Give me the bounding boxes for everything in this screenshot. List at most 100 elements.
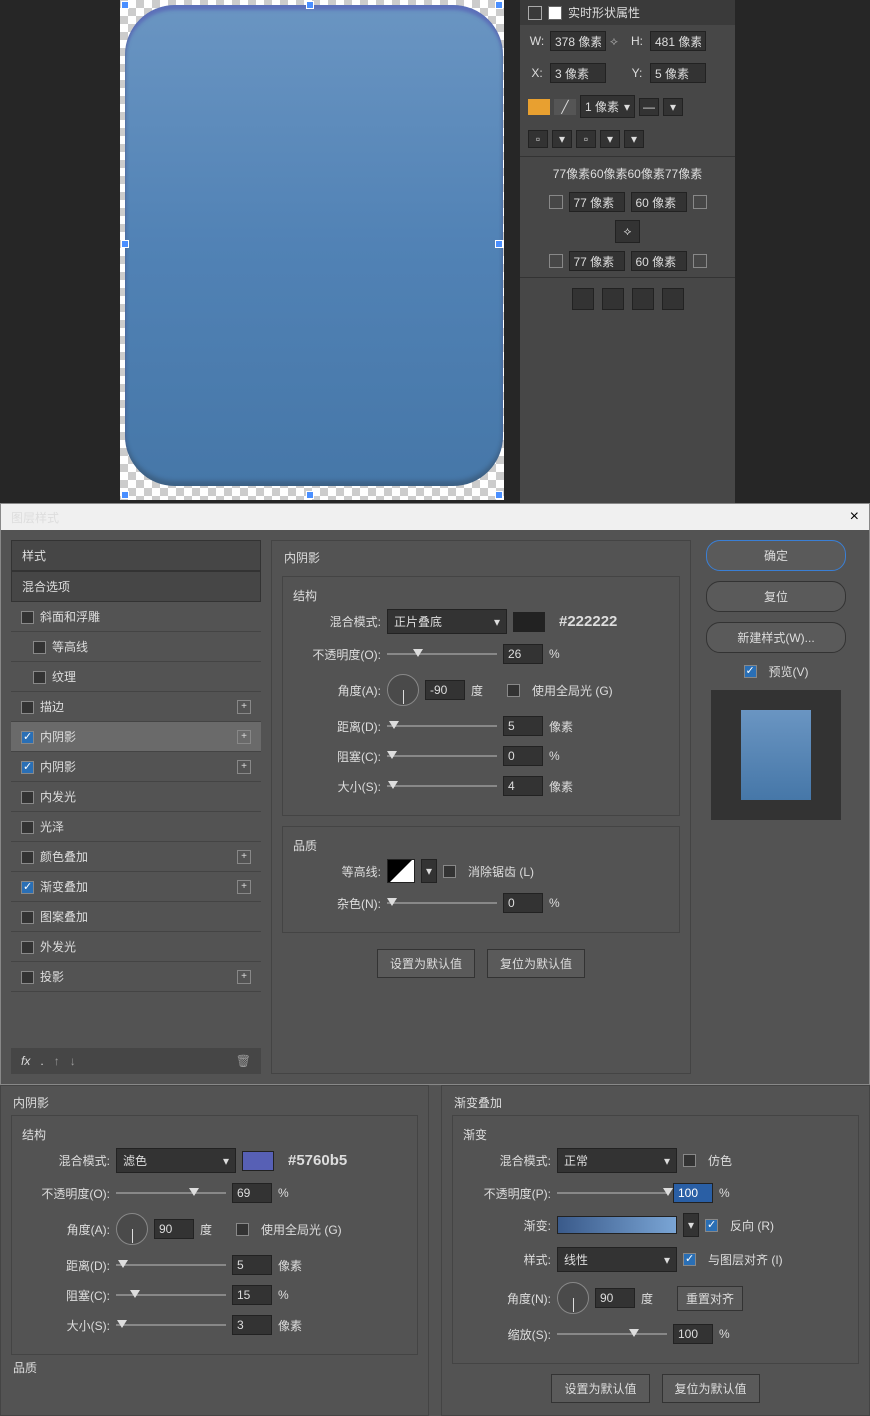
resize-handle[interactable]	[121, 1, 129, 9]
blend-mode-select-3[interactable]: 正常▾	[557, 1148, 677, 1173]
preview-checkbox[interactable]	[744, 665, 757, 678]
scale-slider[interactable]	[557, 1327, 667, 1341]
ok-button[interactable]: 确定	[706, 540, 846, 571]
up-arrow-icon[interactable]: ↑	[54, 1054, 60, 1068]
opacity-slider[interactable]	[387, 647, 497, 661]
stroke-align-dropdown[interactable]: —	[639, 98, 659, 116]
global-light-checkbox-2[interactable]	[236, 1223, 249, 1236]
scale-input[interactable]	[673, 1324, 713, 1344]
corner-br-input[interactable]	[631, 251, 687, 271]
style-checkbox[interactable]	[21, 761, 34, 774]
color-swatch[interactable]	[513, 612, 545, 632]
canvas-area[interactable]	[0, 0, 520, 503]
angle-dial-3[interactable]	[557, 1282, 589, 1314]
style-item[interactable]: 光泽	[11, 812, 261, 842]
styles-header[interactable]: 样式	[11, 540, 261, 571]
color-swatch-2[interactable]	[242, 1151, 274, 1171]
size-input-2[interactable]	[232, 1315, 272, 1335]
fx-label[interactable]: fx	[21, 1054, 30, 1068]
reset-align-button[interactable]: 重置对齐	[677, 1286, 743, 1311]
corner-tr-input[interactable]	[631, 192, 687, 212]
blend-mode-select[interactable]: 正片叠底▾	[387, 609, 507, 634]
contour-dropdown[interactable]: ▾	[421, 859, 437, 883]
opacity-input-3[interactable]	[673, 1183, 713, 1203]
global-light-checkbox[interactable]	[507, 684, 520, 697]
resize-handle[interactable]	[306, 1, 314, 9]
corner-tl-input[interactable]	[569, 192, 625, 212]
style-checkbox[interactable]	[21, 941, 34, 954]
style-item[interactable]: 投影+	[11, 962, 261, 992]
style-item[interactable]: 内阴影+	[11, 752, 261, 782]
y-input[interactable]	[650, 63, 706, 83]
fill-swatch[interactable]	[528, 99, 550, 115]
style-checkbox[interactable]	[21, 971, 34, 984]
set-default-button-3[interactable]: 设置为默认值	[551, 1374, 649, 1403]
style-checkbox[interactable]	[21, 821, 34, 834]
opacity-input-2[interactable]	[232, 1183, 272, 1203]
distance-slider[interactable]	[387, 719, 497, 733]
angle-input-2[interactable]	[154, 1219, 194, 1239]
resize-handle[interactable]	[495, 1, 503, 9]
stroke-width-dropdown[interactable]: 1 像素▾	[580, 95, 635, 118]
close-icon[interactable]: ×	[850, 508, 859, 526]
angle-input-3[interactable]	[595, 1288, 635, 1308]
angle-dial-2[interactable]	[116, 1213, 148, 1245]
pathop-1[interactable]	[572, 288, 594, 310]
reverse-checkbox[interactable]	[705, 1219, 718, 1232]
noise-slider[interactable]	[387, 896, 497, 910]
new-style-button[interactable]: 新建样式(W)...	[706, 622, 846, 653]
choke-input[interactable]	[503, 746, 543, 766]
rounded-rect-shape[interactable]	[125, 5, 503, 486]
style-checkbox[interactable]	[21, 611, 34, 624]
dither-checkbox[interactable]	[683, 1154, 696, 1167]
down-arrow-icon[interactable]: ↓	[70, 1054, 76, 1068]
style-item[interactable]: 颜色叠加+	[11, 842, 261, 872]
gradient-picker[interactable]	[557, 1216, 677, 1234]
resize-handle[interactable]	[306, 491, 314, 499]
cap-dropdown[interactable]: ▫	[528, 130, 548, 148]
distance-slider-2[interactable]	[116, 1258, 226, 1272]
style-checkbox[interactable]	[33, 671, 46, 684]
blend-options[interactable]: 混合选项	[11, 571, 261, 602]
choke-slider[interactable]	[387, 749, 497, 763]
choke-slider-2[interactable]	[116, 1288, 226, 1302]
size-slider-2[interactable]	[116, 1318, 226, 1332]
opacity-input[interactable]	[503, 644, 543, 664]
more-dropdown[interactable]: ▾	[624, 130, 644, 148]
style-checkbox[interactable]	[21, 701, 34, 714]
style-item[interactable]: 等高线	[11, 632, 261, 662]
blend-mode-select-2[interactable]: 滤色▾	[116, 1148, 236, 1173]
style-item[interactable]: 纹理	[11, 662, 261, 692]
reset-button[interactable]: 复位	[706, 581, 846, 612]
style-item[interactable]: 渐变叠加+	[11, 872, 261, 902]
choke-input-2[interactable]	[232, 1285, 272, 1305]
style-checkbox[interactable]	[21, 731, 34, 744]
opacity-slider-3[interactable]	[557, 1186, 667, 1200]
style-item[interactable]: 内发光	[11, 782, 261, 812]
style-item[interactable]: 外发光	[11, 932, 261, 962]
pathop-4[interactable]	[662, 288, 684, 310]
size-input[interactable]	[503, 776, 543, 796]
style-checkbox[interactable]	[33, 641, 46, 654]
align-layer-checkbox[interactable]	[683, 1253, 696, 1266]
style-checkbox[interactable]	[21, 791, 34, 804]
revert-default-button[interactable]: 复位为默认值	[487, 949, 585, 978]
style-checkbox[interactable]	[21, 911, 34, 924]
opacity-slider-2[interactable]	[116, 1186, 226, 1200]
distance-input-2[interactable]	[232, 1255, 272, 1275]
style-item[interactable]: 内阴影+	[11, 722, 261, 752]
gradient-dropdown[interactable]: ▾	[683, 1213, 699, 1237]
height-input[interactable]	[650, 31, 706, 51]
plus-icon[interactable]: +	[237, 760, 251, 774]
noise-input[interactable]	[503, 893, 543, 913]
plus-icon[interactable]: +	[237, 850, 251, 864]
stroke-style-dropdown[interactable]: ▾	[663, 98, 683, 116]
style-checkbox[interactable]	[21, 881, 34, 894]
style-item[interactable]: 图案叠加	[11, 902, 261, 932]
plus-icon[interactable]: +	[237, 880, 251, 894]
antialias-checkbox[interactable]	[443, 865, 456, 878]
resize-handle[interactable]	[495, 491, 503, 499]
stroke-swatch[interactable]: ╱	[554, 99, 576, 115]
width-input[interactable]	[550, 31, 606, 51]
revert-default-button-3[interactable]: 复位为默认值	[662, 1374, 760, 1403]
